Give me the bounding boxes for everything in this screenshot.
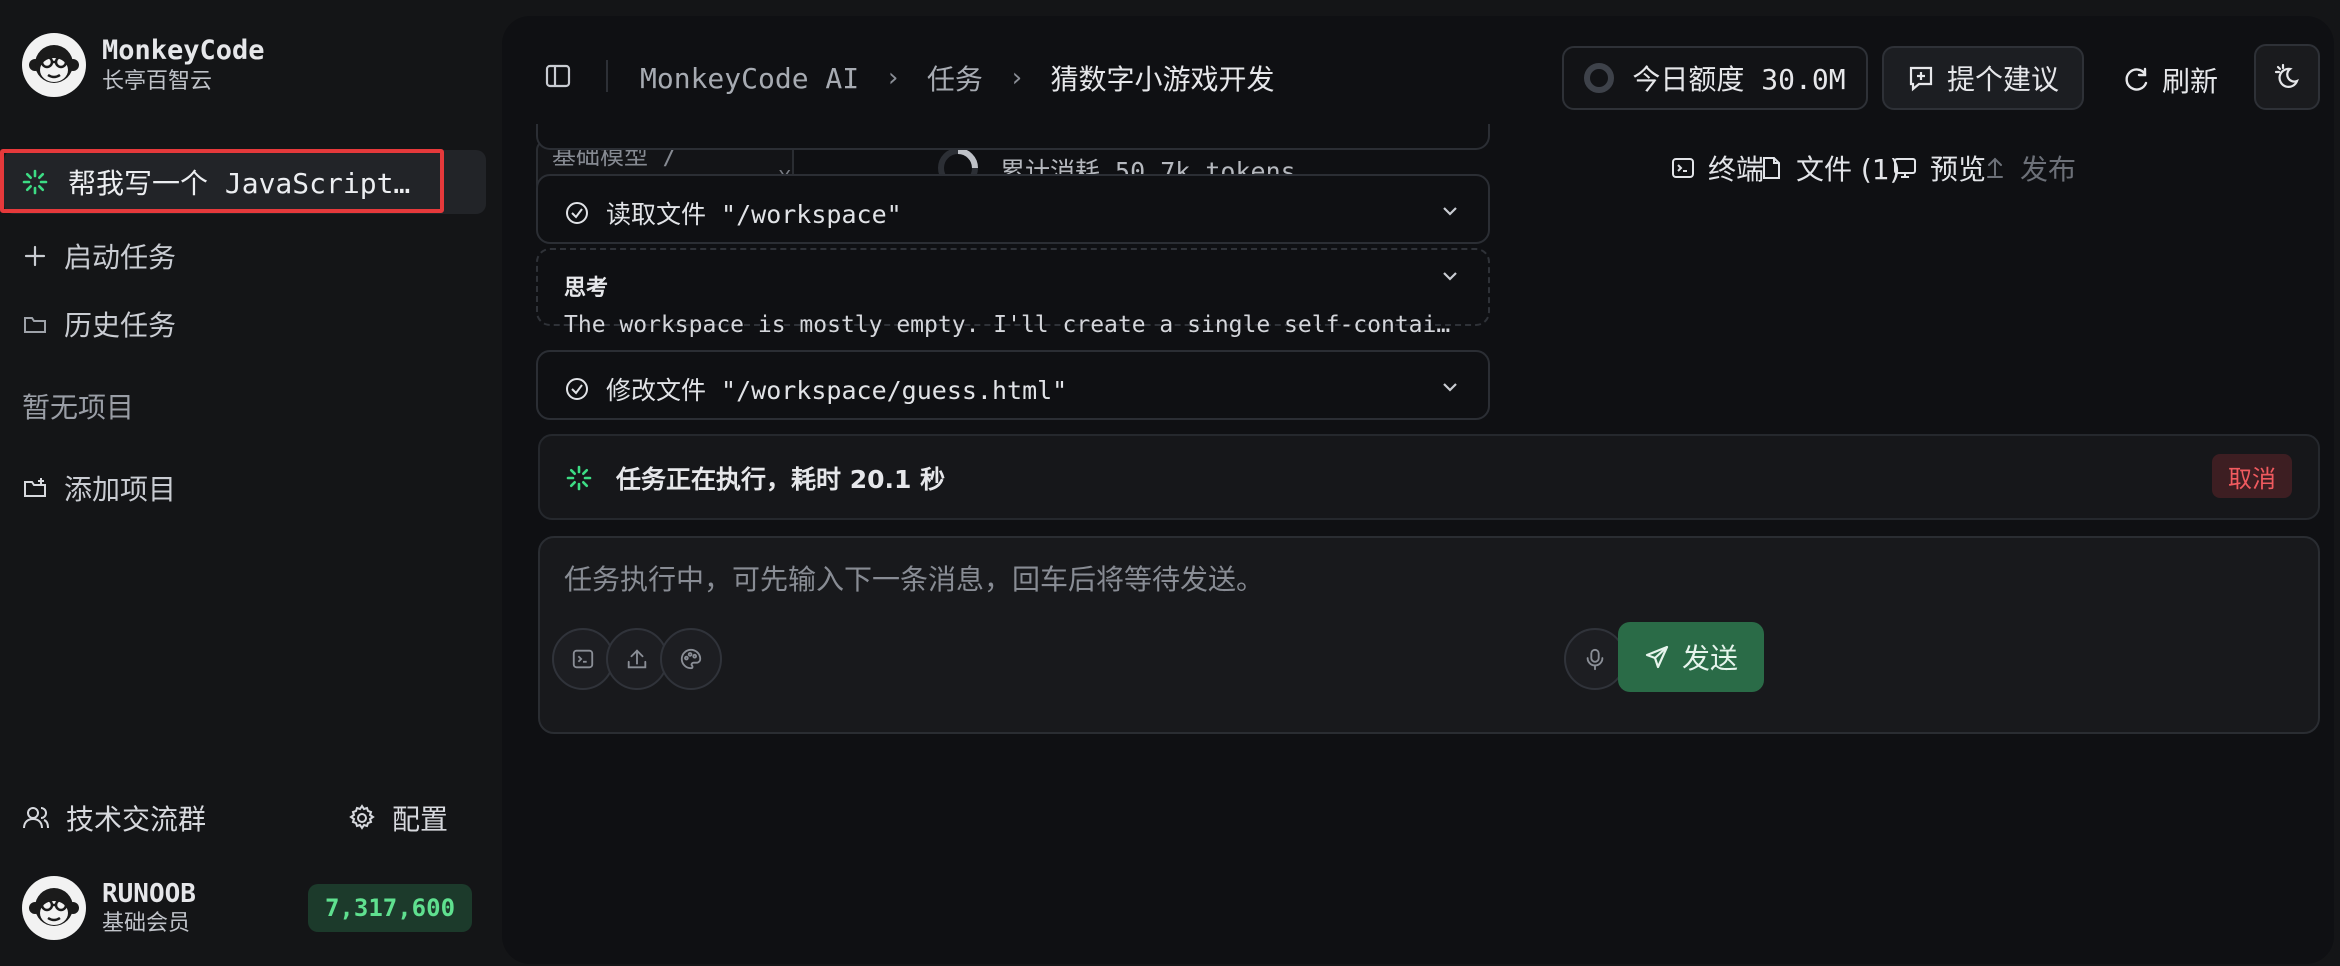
- chevron-down-icon: [1443, 383, 1457, 392]
- breadcrumb-current: 猜数字小游戏开发: [1050, 63, 1275, 96]
- breadcrumb-tasks[interactable]: 任务: [927, 58, 983, 98]
- task-status-bar: 任务正在执行，耗时 20.1 秒 取消: [538, 434, 2320, 520]
- users-icon: [23, 807, 49, 829]
- quota-ring-icon: [1584, 63, 1615, 93]
- thinking-card[interactable]: 思考 The workspace is mostly empty. I'll c…: [536, 248, 1490, 338]
- main-panel: MonkeyCode AI › 任务 › 猜数字小游戏开发 今日额度 30.0M…: [502, 16, 2334, 964]
- breadcrumb-root[interactable]: MonkeyCode AI: [640, 62, 859, 95]
- refresh-label: 刷新: [2162, 65, 2219, 98]
- message-composer: 发送: [538, 536, 2320, 734]
- palette-icon: [680, 648, 702, 670]
- start-task-label: 启动任务: [64, 241, 177, 274]
- quota-label: 今日额度 30.0M: [1632, 63, 1846, 96]
- send-label: 发送: [1681, 642, 1738, 675]
- user-profile[interactable]: RUNOOB 基础会员: [22, 876, 196, 940]
- folder-plus-icon: [24, 478, 46, 497]
- current-task-label: 帮我写一个 JavaScript…: [68, 167, 411, 200]
- plus-icon: [24, 245, 46, 267]
- community-link[interactable]: 技术交流群: [22, 798, 206, 838]
- send-button[interactable]: 发送: [1618, 622, 1764, 692]
- microphone-icon: [1586, 648, 1604, 671]
- files-label: 文件 (1): [1796, 153, 1901, 186]
- folder-icon: [24, 317, 46, 333]
- suggest-label: 提个建议: [1946, 63, 2059, 96]
- palette-button[interactable]: [660, 628, 722, 690]
- chevron-down-icon: [1443, 207, 1457, 216]
- chevron-right-icon: ›: [885, 63, 901, 93]
- user-name: RUNOOB: [102, 879, 196, 909]
- avatar: [22, 876, 86, 940]
- upload-button[interactable]: [606, 628, 668, 690]
- terminal-label: 终端: [1708, 153, 1765, 186]
- divider: [606, 60, 608, 92]
- settings-label: 配置: [392, 803, 449, 836]
- quota-indicator[interactable]: 今日额度 30.0M: [1562, 46, 1868, 110]
- tool-card-read[interactable]: 读取文件 "/workspace": [536, 174, 1490, 244]
- thinking-title: 思考: [564, 276, 609, 301]
- sidebar-toggle-button[interactable]: [544, 62, 572, 90]
- check-circle-icon: [566, 378, 588, 400]
- breadcrumb: MonkeyCode AI › 任务 › 猜数字小游戏开发: [640, 58, 1275, 98]
- terminal-icon: [572, 649, 594, 669]
- message-plus-icon: [1909, 66, 1933, 92]
- balance-badge[interactable]: 7,317,600: [308, 884, 472, 932]
- user-role: 基础会员: [102, 911, 191, 936]
- theme-toggle-button[interactable]: [2254, 44, 2320, 110]
- loading-spinner-icon: [566, 465, 592, 491]
- sidebar-panel-icon: [545, 64, 571, 88]
- brand-name: MonkeyCode: [102, 35, 265, 66]
- chevron-down-icon: [1443, 272, 1457, 281]
- monitor-icon: [1894, 158, 1916, 178]
- sidebar-item-current-task[interactable]: 帮我写一个 JavaScript…: [4, 150, 486, 214]
- send-icon: [1645, 645, 1669, 669]
- settings-link[interactable]: 配置: [348, 798, 448, 838]
- thinking-text: The workspace is mostly empty. I'll crea…: [564, 312, 1464, 338]
- sidebar: MonkeyCode 长亭百智云 帮我写一个 JavaScript… 启动任务 …: [0, 0, 500, 966]
- voice-input-button[interactable]: [1564, 628, 1626, 690]
- upload-icon: [627, 649, 647, 669]
- preview-button[interactable]: 预览: [1892, 148, 1986, 188]
- no-projects-label: 暂无项目: [22, 391, 135, 424]
- add-project-label: 添加项目: [64, 473, 177, 506]
- tool-card-edit[interactable]: 修改文件 "/workspace/guess.html": [536, 350, 1490, 420]
- gear-icon: [349, 804, 375, 830]
- check-circle-icon: [566, 202, 588, 224]
- files-button[interactable]: 文件 (1): [1758, 148, 1901, 188]
- file-icon: [1763, 157, 1780, 179]
- loading-spinner-icon: [22, 169, 48, 195]
- chevron-right-icon: ›: [1008, 63, 1025, 93]
- history-label: 历史任务: [64, 309, 177, 342]
- suggest-button[interactable]: 提个建议: [1882, 46, 2084, 110]
- brand[interactable]: MonkeyCode 长亭百智云: [22, 33, 265, 97]
- refresh-icon: [2125, 67, 2148, 91]
- community-label: 技术交流群: [66, 803, 207, 836]
- sidebar-item-add-project[interactable]: 添加项目: [22, 468, 176, 508]
- upload-icon: [1987, 157, 2003, 178]
- terminal-icon: [1672, 158, 1694, 178]
- message-input[interactable]: [562, 556, 2066, 610]
- tool-card-read-text: 读取文件 "/workspace": [606, 200, 902, 229]
- publish-button[interactable]: 发布: [1982, 148, 2076, 188]
- tool-card-edit-text: 修改文件 "/workspace/guess.html": [606, 376, 1068, 405]
- publish-label: 发布: [2020, 153, 2077, 186]
- theme-icon: [2274, 63, 2299, 88]
- preview-label: 预览: [1930, 153, 1987, 186]
- brand-subtitle: 长亭百智云: [102, 69, 213, 94]
- terminal-command-button[interactable]: [552, 628, 614, 690]
- sidebar-item-history[interactable]: 历史任务: [22, 304, 176, 344]
- previous-card-edge: [536, 124, 1490, 150]
- terminal-button[interactable]: 终端: [1670, 148, 1764, 188]
- sidebar-item-start-task[interactable]: 启动任务: [22, 236, 176, 276]
- cancel-button[interactable]: 取消: [2212, 454, 2292, 498]
- task-status-text: 任务正在执行，耗时 20.1 秒: [616, 465, 946, 494]
- monkey-logo-icon: [22, 33, 86, 97]
- refresh-button[interactable]: 刷新: [2122, 60, 2218, 100]
